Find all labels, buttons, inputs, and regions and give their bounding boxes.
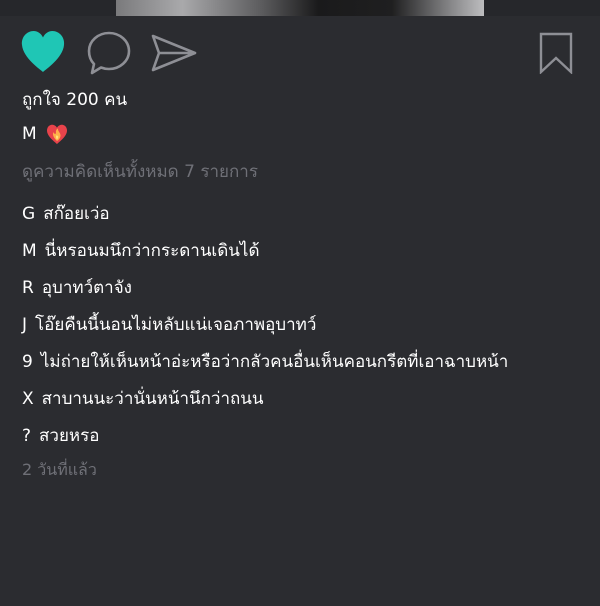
post-photo[interactable] — [116, 0, 484, 16]
comment-item: 9 ไม่ถ่ายให้เห็นหน้าอ่ะหรือว่ากลัวคนอื่นเ… — [22, 350, 592, 387]
comment-text: สวยหรอ — [39, 426, 100, 446]
comment-text: นี่หรอนมนึกว่ากระดานเดินได้ — [44, 241, 260, 261]
share-icon[interactable] — [150, 32, 198, 74]
comment-list: G สก๊อยเว่อ M นี่หรอนมนึกว่ากระดานเดินได้ … — [22, 202, 592, 461]
comment-item: ? สวยหรอ — [22, 424, 592, 461]
caption-username[interactable]: M — [22, 124, 37, 144]
comment-username[interactable]: R — [22, 278, 34, 298]
comment-item: R อุบาทว์ตาจัง — [22, 276, 592, 313]
comment-item: M นี่หรอนมนึกว่ากระดานเดินได้ — [22, 239, 592, 276]
comment-icon[interactable] — [86, 30, 132, 76]
post-action-bar — [0, 28, 600, 78]
comment-text: โอ๊ยคืนนี้นอนไม่หลับแน่เจอภาพอุบาทว์ — [35, 315, 317, 335]
heart-icon[interactable] — [20, 30, 66, 74]
comment-text: อุบาทว์ตาจัง — [41, 278, 132, 298]
comment-text: สาบานนะว่านั่นหน้านึกว่าถนน — [41, 389, 264, 409]
comment-text: ไม่ถ่ายให้เห็นหน้าอ่ะหรือว่ากลัวคนอื่นเห… — [40, 352, 509, 372]
comment-username[interactable]: 9 — [22, 352, 33, 372]
comment-username[interactable]: X — [22, 389, 34, 409]
heart-on-fire-icon — [46, 124, 67, 144]
comment-username[interactable]: M — [22, 241, 37, 261]
bookmark-icon[interactable] — [538, 32, 574, 74]
comment-item: G สก๊อยเว่อ — [22, 202, 592, 239]
view-all-comments-link[interactable]: ดูความคิดเห็นทั้งหมด 7 รายการ — [22, 158, 258, 185]
comment-item: J โอ๊ยคืนนี้นอนไม่หลับแน่เจอภาพอุบาทว์ — [22, 313, 592, 350]
comment-username[interactable]: J — [22, 315, 27, 335]
likes-count[interactable]: ถูกใจ 200 คน — [22, 86, 127, 113]
comment-username[interactable]: ? — [22, 426, 31, 446]
post-timestamp: 2 วันที่แล้ว — [22, 460, 97, 479]
post-caption: M — [22, 122, 69, 146]
comment-text: สก๊อยเว่อ — [43, 204, 110, 224]
comment-item: X สาบานนะว่านั่นหน้านึกว่าถนน — [22, 387, 592, 424]
comment-username[interactable]: G — [22, 204, 35, 224]
